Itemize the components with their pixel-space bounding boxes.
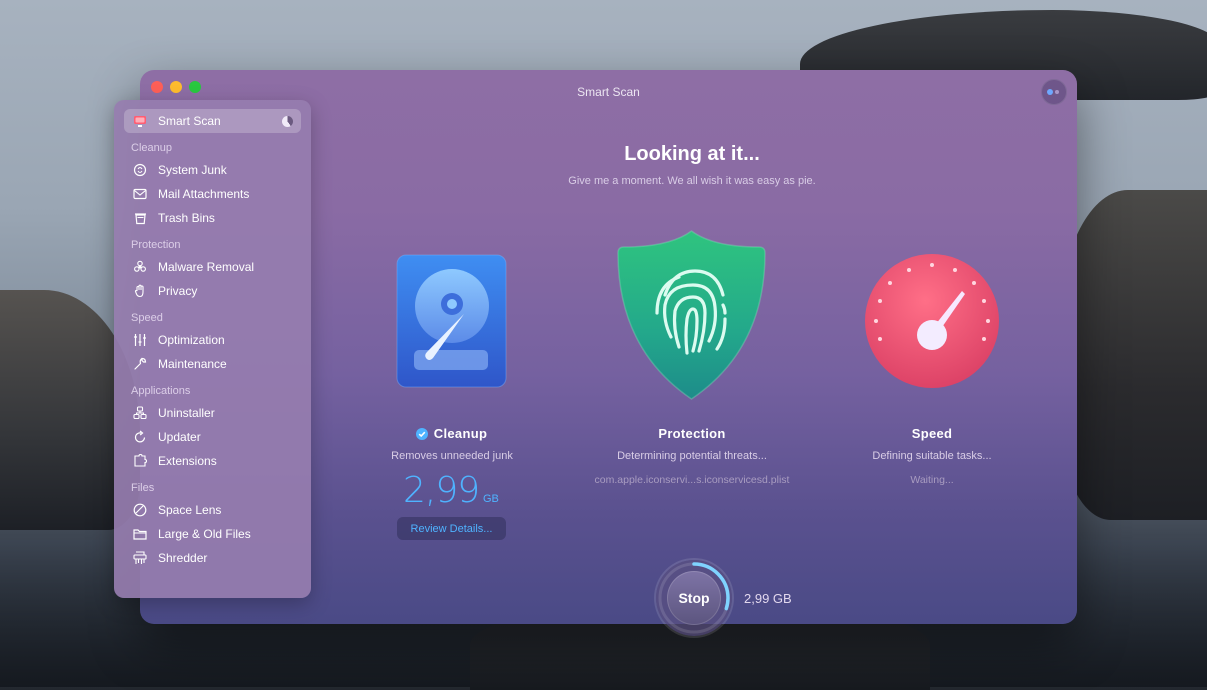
sidebar-item-large-old-files[interactable]: Large & Old Files: [124, 522, 301, 546]
speed-title: Speed: [911, 426, 953, 441]
sidebar-item-label: Large & Old Files: [158, 527, 251, 541]
shredder-icon: [132, 550, 148, 566]
sidebar-item-extensions[interactable]: Extensions: [124, 449, 301, 473]
sidebar-item-label: Space Lens: [158, 503, 222, 517]
sidebar-item-privacy[interactable]: Privacy: [124, 279, 301, 303]
speed-status: Waiting...: [910, 474, 954, 486]
sliders-icon: [132, 332, 148, 348]
desktop-rock: [1060, 190, 1207, 520]
system-junk-icon: [132, 162, 148, 178]
sidebar-section-speed: Speed: [131, 312, 163, 324]
sidebar-item-label: Optimization: [158, 333, 225, 347]
sidebar-section-cleanup: Cleanup: [131, 142, 172, 154]
sidebar-item-trash-bins[interactable]: Trash Bins: [124, 206, 301, 230]
sidebar-item-label: Uninstaller: [158, 406, 215, 420]
cleanup-title: Cleanup: [433, 426, 488, 441]
protection-description: Determining potential threats...: [617, 450, 767, 462]
sidebar-item-system-junk[interactable]: System Junk: [124, 158, 301, 182]
stop-size-label: 2,99 GB: [744, 591, 792, 606]
sidebar-item-label: Mail Attachments: [158, 187, 250, 201]
assistant-button[interactable]: [1041, 79, 1067, 105]
cleanup-check-icon: [415, 428, 428, 443]
sidebar-item-label: Extensions: [158, 454, 217, 468]
sidebar-item-malware-removal[interactable]: Malware Removal: [124, 255, 301, 279]
sidebar-item-label: Malware Removal: [158, 260, 255, 274]
sidebar-section-applications: Applications: [131, 385, 191, 397]
sidebar-item-label: Maintenance: [158, 357, 227, 371]
sidebar-item-space-lens[interactable]: Space Lens: [124, 498, 301, 522]
sidebar-item-label: Privacy: [158, 284, 198, 298]
sidebar-item-label: Updater: [158, 430, 201, 444]
protection-shield-icon: [613, 229, 770, 408]
cleanup-hard-drive-icon: [396, 254, 507, 393]
sidebar-item-optimization[interactable]: Optimization: [124, 328, 301, 352]
review-details-button[interactable]: Review Details...: [397, 517, 506, 540]
space-lens-icon: [132, 502, 148, 518]
extensions-icon: [132, 453, 148, 469]
trash-icon: [132, 210, 148, 226]
mail-icon: [132, 186, 148, 202]
window-title: Smart Scan: [577, 85, 640, 99]
sidebar-item-updater[interactable]: Updater: [124, 425, 301, 449]
sidebar-section-files: Files: [131, 482, 155, 494]
speed-description: Defining suitable tasks...: [872, 450, 992, 462]
protection-current-file: com.apple.iconservi...s.iconservicesd.pl…: [594, 474, 790, 486]
smart-scan-monitor-icon: [132, 113, 148, 129]
sidebar-item-uninstaller[interactable]: Uninstaller: [124, 401, 301, 425]
wrench-icon: [132, 356, 148, 372]
sidebar-item-smart-scan[interactable]: Smart Scan: [124, 109, 301, 133]
speed-gauge-icon: [864, 253, 1000, 394]
sidebar-item-label: System Junk: [158, 163, 227, 177]
cleanup-size-value: 2,99: [403, 470, 480, 511]
hand-icon: [132, 283, 148, 299]
uninstaller-icon: [132, 405, 148, 421]
sidebar-section-protection: Protection: [131, 239, 181, 251]
folder-icon: [132, 526, 148, 542]
cleanup-description: Removes unneeded junk: [391, 450, 513, 462]
scan-progress-pie-icon: [282, 115, 293, 127]
biohazard-icon: [132, 259, 148, 275]
sidebar-item-mail-attachments[interactable]: Mail Attachments: [124, 182, 301, 206]
sidebar-item-label: Smart Scan: [158, 114, 221, 128]
sidebar: Smart Scan Cleanup System Junk Mail Atta…: [114, 100, 311, 598]
cleanup-size-unit: GB: [483, 493, 499, 505]
sidebar-item-shredder[interactable]: Shredder: [124, 546, 301, 570]
cleanup-title-row: Cleanup: [395, 426, 508, 443]
updater-icon: [132, 429, 148, 445]
sidebar-item-label: Shredder: [158, 551, 208, 565]
stop-button[interactable]: Stop: [667, 571, 721, 625]
protection-title: Protection: [658, 426, 726, 441]
sidebar-item-maintenance[interactable]: Maintenance: [124, 352, 301, 376]
sidebar-item-label: Trash Bins: [158, 211, 215, 225]
